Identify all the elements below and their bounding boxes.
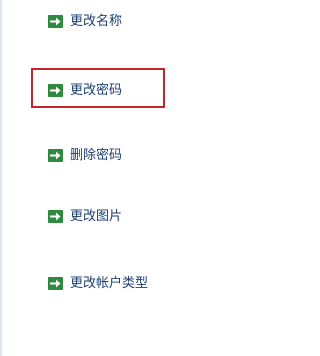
change-picture-label: 更改图片 [70, 208, 123, 224]
change-name-link[interactable]: 更改名称 [48, 10, 122, 32]
remove-password-link[interactable]: 删除密码 [48, 144, 122, 166]
highlight-box [31, 68, 165, 108]
green-arrow-icon [48, 148, 63, 162]
change-name-label: 更改名称 [70, 13, 123, 29]
change-account-type-link[interactable]: 更改帐户类型 [48, 272, 148, 294]
green-arrow-icon [48, 209, 63, 223]
remove-password-label: 删除密码 [70, 147, 123, 163]
account-tasks-panel: 更改名称 更改密码 删除密码 更改图片 更改帐户类型 [0, 0, 254, 356]
green-arrow-icon [48, 276, 63, 290]
change-picture-link[interactable]: 更改图片 [48, 205, 122, 227]
green-arrow-icon [48, 14, 63, 28]
change-account-type-label: 更改帐户类型 [70, 275, 149, 291]
